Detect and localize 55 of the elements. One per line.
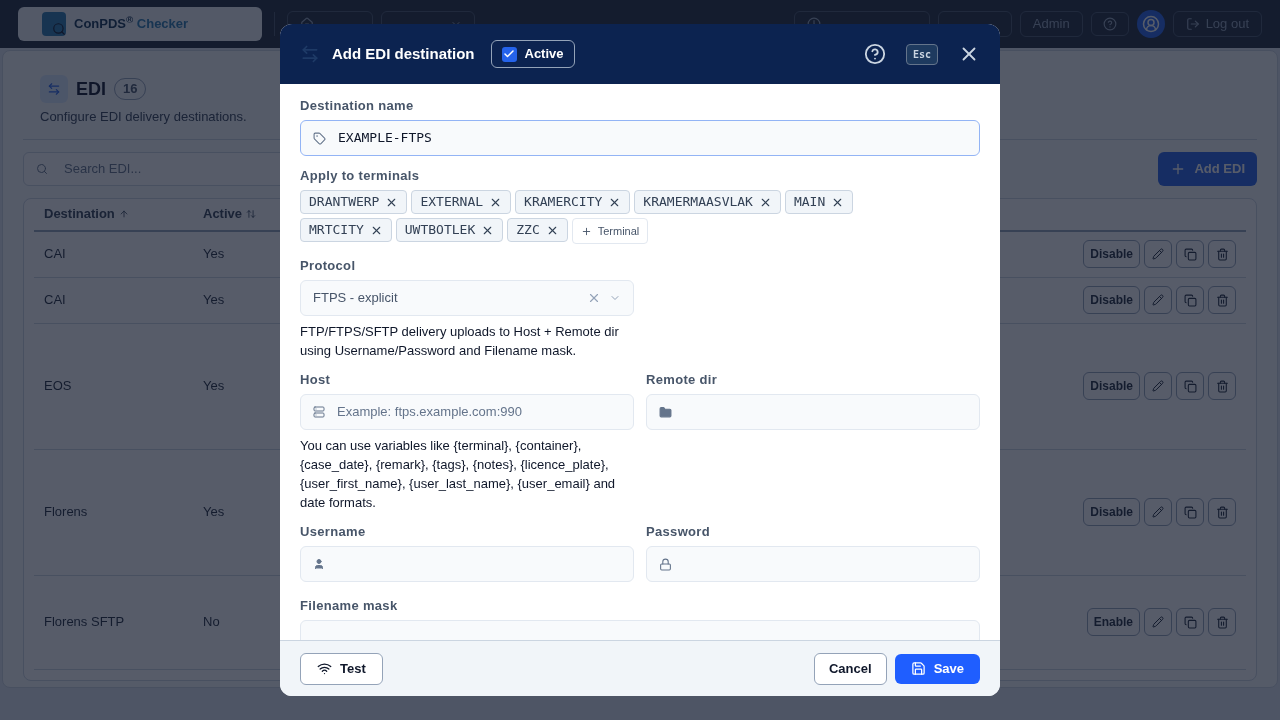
field-label: Destination name [300, 98, 415, 114]
input-field[interactable] [646, 394, 980, 430]
table-cell-text: No [203, 613, 221, 632]
field-label: Username [300, 524, 367, 540]
field-label: Filename mask [300, 598, 399, 614]
dialog-title: Add EDI destination [332, 43, 475, 64]
terminal-chip: UWTBOTLEK [395, 218, 504, 242]
terminal-chip: KRAMERMAASVLAK [634, 190, 781, 214]
wifi-icon [317, 661, 332, 676]
input-field[interactable] [646, 546, 980, 582]
server-icon [313, 406, 325, 418]
add-terminal-button[interactable]: Terminal [571, 218, 649, 244]
plus-icon [580, 225, 592, 237]
field-label: Remote dir [646, 372, 719, 388]
help-icon[interactable] [863, 43, 886, 65]
cancel-button[interactable]: Cancel [814, 652, 887, 685]
field-label: Host [300, 372, 332, 388]
save-button[interactable]: Save [894, 653, 980, 684]
table-cell-text: CAI [43, 291, 67, 310]
folder-icon [659, 405, 672, 419]
test-button[interactable]: Test [300, 652, 383, 685]
table-cell-text: Yes [203, 245, 226, 264]
brand-name: ConPDS$^{®}$ Checker [74, 14, 189, 34]
table-cell-text: Yes [203, 291, 226, 310]
field-label: Password [646, 524, 711, 540]
lock-icon [659, 557, 672, 571]
input-field[interactable]: EXAMPLE-FTPS [300, 120, 980, 156]
variables-help: You can use variables like {terminal}, {container}, {case_date}, {remark}, {tags}, {notes}, {licence_plate}, {user_first_name}, {user_last_name}, {user_email} and date formats. [300, 437, 617, 512]
tag-icon [313, 131, 326, 145]
table-cell-text: Florens [43, 503, 89, 522]
esc-key: Esc [905, 43, 938, 65]
page-title: EDI [76, 77, 106, 101]
page-subtitle: Configure EDI delivery destinations. [40, 108, 247, 126]
terminal-chip: EXTERNAL [411, 190, 512, 214]
table-cell-text: Florens SFTP [43, 613, 126, 632]
protocol-select[interactable]: FTPS - explicit [300, 280, 634, 316]
field-label: Protocol [300, 258, 357, 274]
protocol-help: FTP/FTPS/SFTP delivery uploads to Host + Remote dir using Username/Password and Filename mask. [300, 323, 620, 360]
input-field[interactable]: Example: ftps.example.com:990 [300, 394, 634, 430]
terminal-chip: MRTCITY [300, 218, 392, 242]
active-checkbox[interactable] [501, 46, 517, 62]
terminal-chip: DRANTWERP [300, 190, 408, 214]
table-cell-text: Yes [203, 503, 226, 522]
table-cell-text: CAI [43, 245, 67, 264]
terminal-chip: MAIN [784, 190, 854, 214]
active-toggle[interactable]: Active [490, 40, 575, 68]
field-label: Apply to terminals [300, 168, 421, 184]
table-cell-text: Yes [203, 377, 226, 396]
terminal-chip: ZZC [507, 218, 568, 242]
table-cell-text: EOS [43, 377, 73, 396]
input-field[interactable] [300, 546, 634, 582]
clear-icon[interactable] [587, 291, 601, 305]
terminal-chip: KRAMERCITY [515, 190, 631, 214]
user-icon [313, 558, 325, 570]
save-icon [910, 661, 926, 676]
